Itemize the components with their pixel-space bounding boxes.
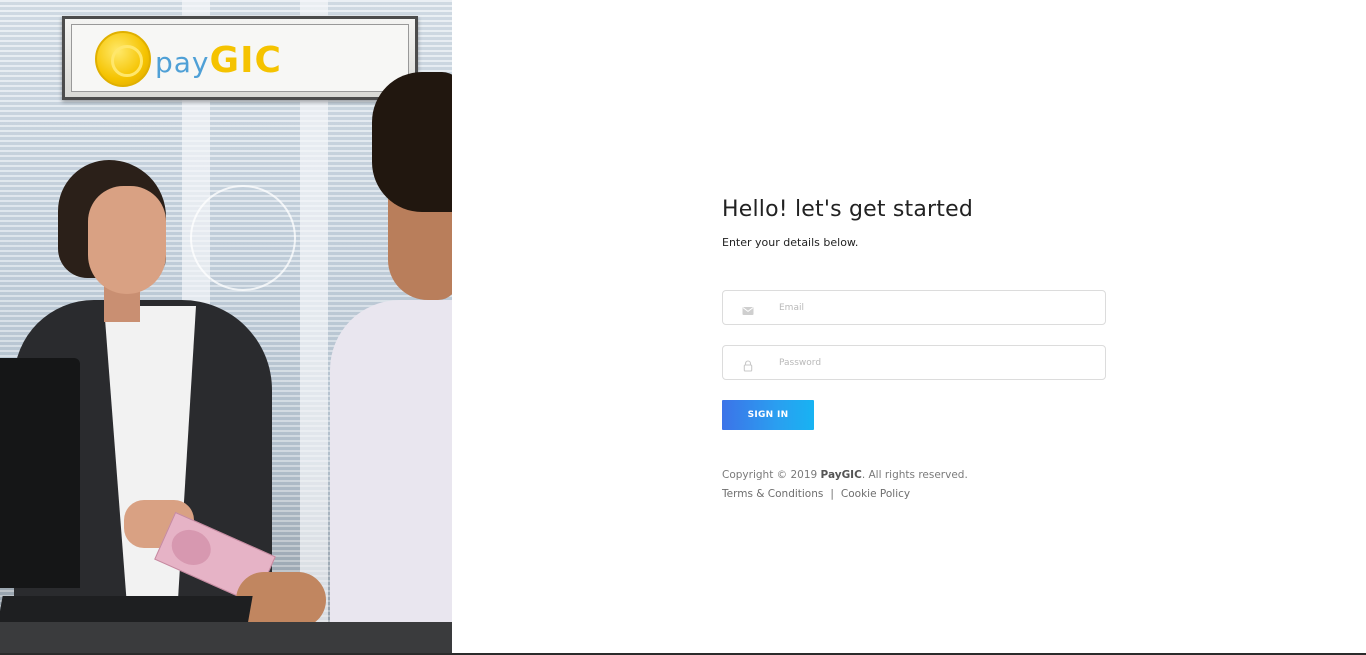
email-input[interactable] (779, 297, 1089, 319)
page-title: Hello! let's get started (722, 197, 974, 222)
copyright-brand: PayGIC (820, 469, 862, 481)
terms-link[interactable]: Terms & Conditions (722, 488, 823, 500)
footer-links: Terms & Conditions | Cookie Policy (722, 488, 910, 500)
brand-logo: payGIC (155, 40, 282, 81)
login-form: Hello! let's get started Enter your deta… (722, 196, 1106, 500)
teller-face (88, 186, 166, 294)
brand-pay-text: pay (155, 46, 210, 79)
link-separator: | (830, 488, 834, 500)
cookie-policy-link[interactable]: Cookie Policy (841, 488, 910, 500)
coin-logo-icon (95, 31, 151, 87)
brand-gic-text: GIC (209, 40, 282, 81)
customer-shirt (330, 300, 452, 653)
lock-icon (742, 357, 754, 372)
envelope-icon (742, 302, 754, 315)
email-field-wrapper[interactable] (722, 290, 1106, 325)
counter-desk (0, 622, 452, 653)
monitor (0, 358, 80, 588)
copyright-text: Copyright © 2019 PayGIC. All rights rese… (722, 469, 968, 481)
copyright-suffix: . All rights reserved. (861, 469, 968, 481)
password-field-wrapper[interactable] (722, 345, 1106, 380)
paygic-sign: payGIC (62, 16, 418, 100)
page-subtitle: Enter your details below. (722, 236, 859, 249)
copyright-prefix: Copyright © 2019 (722, 469, 821, 481)
hero-image: payGIC (0, 0, 452, 653)
password-input[interactable] (779, 352, 1089, 374)
glass-window-circle (190, 185, 296, 291)
sign-in-button[interactable]: SIGN IN (722, 400, 814, 430)
customer-hair (372, 72, 452, 212)
login-page: payGIC Hello! let's get started Enter yo… (0, 0, 1366, 655)
